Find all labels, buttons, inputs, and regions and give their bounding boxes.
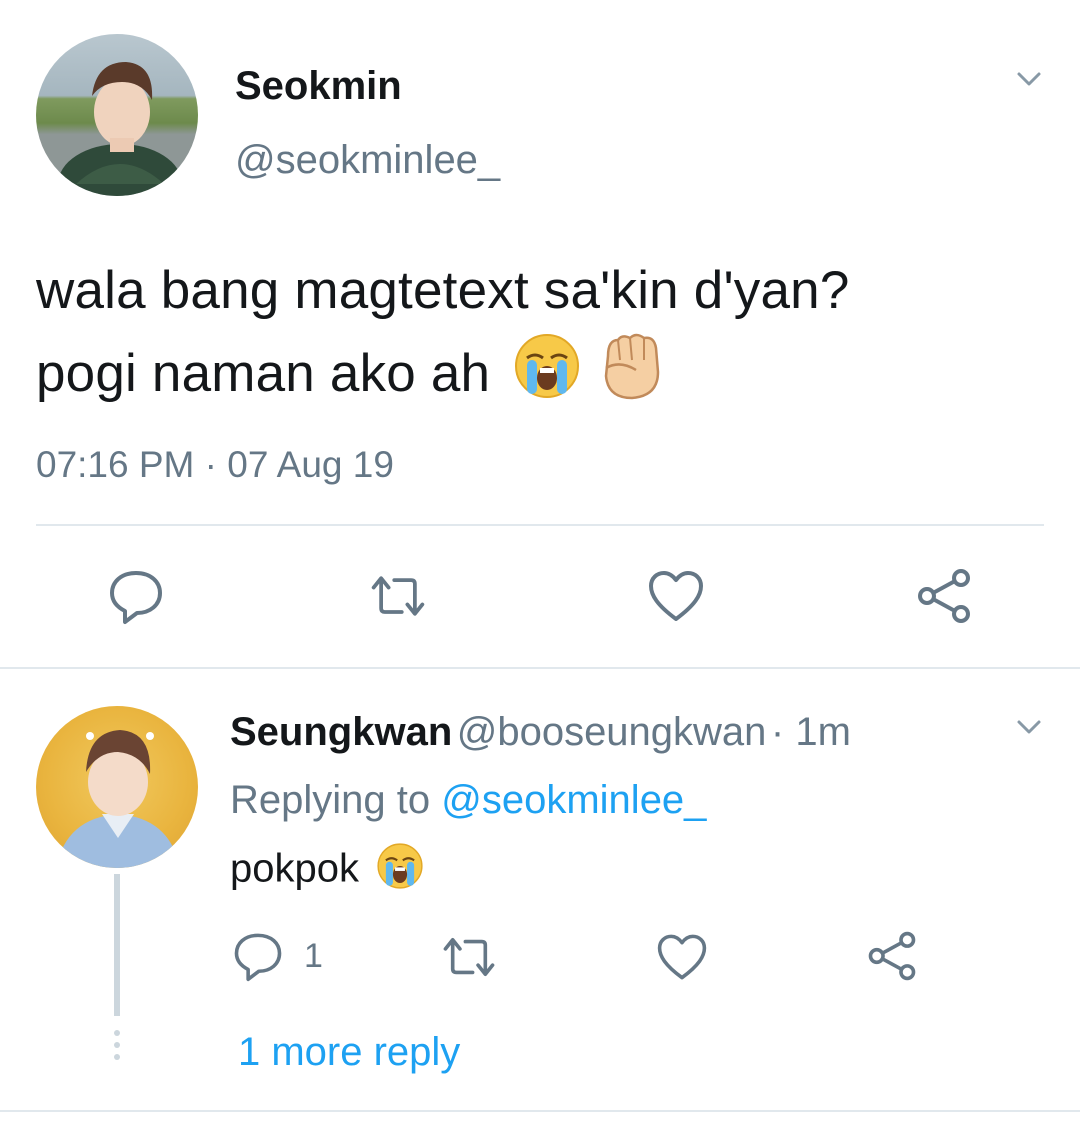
reply-header: Seungkwan @booseungkwan · 1m: [230, 710, 851, 755]
reply-icon: [234, 933, 282, 982]
reply-display-name[interactable]: Seungkwan: [230, 710, 452, 754]
bottom-divider: [0, 1110, 1080, 1112]
loudly-crying-face-icon: [376, 842, 424, 900]
thread-dot: [114, 1042, 120, 1048]
reply-handle[interactable]: @booseungkwan: [457, 710, 767, 754]
tweet-text: wala bang magtetext sa'kin d'yan? pogi n…: [36, 252, 1056, 424]
tweet-text-line-1: wala bang magtetext sa'kin d'yan?: [36, 261, 850, 320]
reply-time: · 1m: [770, 710, 851, 754]
retweet-icon[interactable]: [440, 934, 498, 985]
tweet-text-line-2-wrap: pogi naman ako ah: [36, 330, 1056, 424]
share-icon[interactable]: [866, 930, 918, 987]
chevron-down-icon[interactable]: [1016, 714, 1042, 740]
reply-body: pokpok: [230, 842, 424, 900]
tweet-text-line-2: pogi naman ako ah: [36, 344, 491, 403]
section-divider: [0, 667, 1080, 669]
like-heart-icon[interactable]: [646, 566, 706, 626]
reply-text: pokpok: [230, 846, 359, 891]
thread-dot: [114, 1054, 120, 1060]
loudly-crying-face-icon: [513, 332, 581, 422]
thread-line: [114, 874, 120, 1016]
replying-to-link[interactable]: @seokminlee_: [441, 778, 706, 822]
share-icon[interactable]: [914, 566, 974, 626]
divider: [36, 524, 1044, 526]
replying-prefix: Replying to: [230, 778, 431, 822]
replying-to: Replying to @seokminlee_: [230, 778, 706, 823]
raised-fist-icon: [596, 330, 666, 424]
like-heart-icon[interactable]: [656, 932, 708, 987]
reply-icon[interactable]: [106, 566, 166, 626]
reply-reply-button[interactable]: 1: [232, 930, 323, 982]
avatar-seungkwan[interactable]: [36, 706, 198, 868]
retweet-icon[interactable]: [368, 566, 428, 626]
thread-dot: [114, 1030, 120, 1036]
display-name[interactable]: Seokmin: [235, 64, 402, 109]
chevron-down-icon[interactable]: [1016, 66, 1042, 92]
handle[interactable]: @seokminlee_: [235, 138, 500, 183]
more-replies-link[interactable]: 1 more reply: [238, 1030, 460, 1075]
avatar-seokmin[interactable]: [36, 34, 198, 196]
tweet-timestamp[interactable]: 07:16 PM · 07 Aug 19: [36, 444, 394, 486]
reply-count: 1: [304, 936, 323, 975]
